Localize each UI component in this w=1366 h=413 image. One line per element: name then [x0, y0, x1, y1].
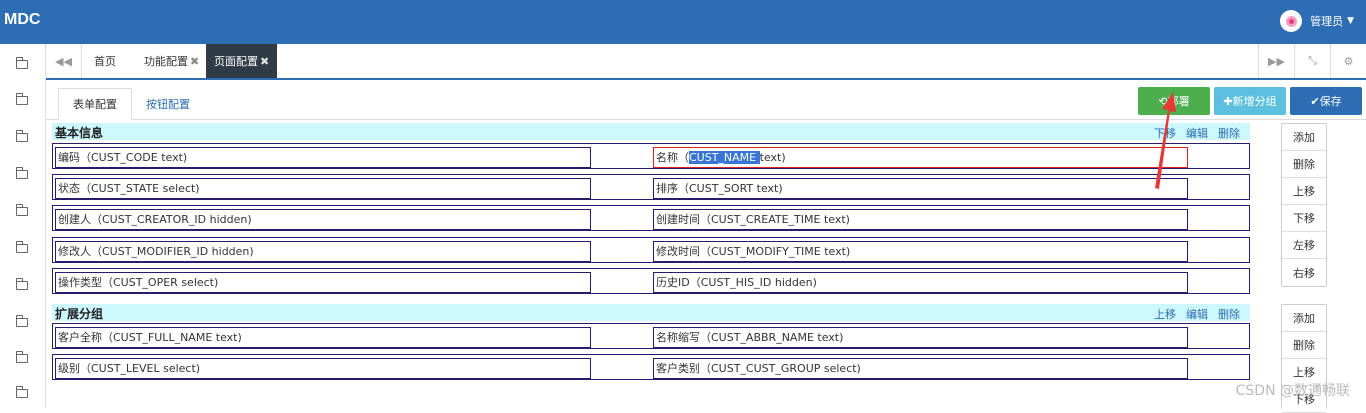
scroll-right-icon[interactable]: ▶▶ [1258, 44, 1294, 78]
deploy-label: 部署 [1167, 95, 1190, 108]
section-title: 基本信息 [55, 126, 104, 140]
folder-icon[interactable] [15, 386, 28, 398]
caret-down-icon: ▼ [1347, 16, 1354, 26]
form-field[interactable]: 名称缩写（CUST_ABBR_NAME text) [653, 327, 1188, 348]
delete-link[interactable]: 删除 [1218, 125, 1240, 141]
form-field[interactable]: 编码（CUST_CODE text) [55, 147, 591, 168]
form-field[interactable]: 创建人（CUST_CREATOR_ID hidden) [55, 209, 591, 230]
add-button[interactable]: 添加 [1282, 124, 1326, 151]
subtab-divider [46, 119, 1366, 120]
form-row: 状态（CUST_STATE select) 排序（CUST_SORT text) [52, 174, 1250, 200]
form-row: 创建人（CUST_CREATOR_ID hidden) 创建时间（CUST_CR… [52, 205, 1250, 231]
section-header-extended-group: 扩展分组 上移 编辑 删除 [52, 304, 1250, 321]
field-prefix: 名称（ [656, 151, 689, 164]
form-field[interactable]: 创建时间（CUST_CREATE_TIME text) [653, 209, 1188, 230]
plus-icon: ✚ [1223, 94, 1233, 108]
tab-function-config[interactable]: 功能配置 ✖ [136, 44, 207, 78]
folder-icon[interactable] [15, 57, 28, 69]
add-group-button[interactable]: ✚ 新增分组 [1214, 87, 1286, 115]
delete-link[interactable]: 删除 [1218, 306, 1240, 322]
form-field[interactable]: 修改人（CUST_MODIFIER_ID hidden) [55, 241, 591, 262]
sub-tabs: 表单配置 按钮配置 [58, 88, 204, 120]
delete-button[interactable]: 删除 [1282, 151, 1326, 178]
section-header-basic-info: 基本信息 下移 编辑 删除 [52, 123, 1250, 140]
field-highlight: CUST_NAME [689, 151, 760, 164]
watermark: CSDN @数通畅联 [1235, 383, 1350, 399]
user-location-icon [1280, 10, 1303, 32]
deploy-icon: ⟲ [1158, 94, 1168, 108]
fullscreen-icon[interactable]: ⤡ [1294, 44, 1330, 78]
section-side-buttons: 添加 删除 上移 下移 左移 右移 [1281, 123, 1327, 287]
edit-link[interactable]: 编辑 [1186, 306, 1208, 322]
folder-icon[interactable] [15, 130, 28, 142]
gear-icon[interactable]: ⚙ [1330, 44, 1366, 78]
move-down-button[interactable]: 下移 [1282, 205, 1326, 232]
user-menu[interactable]: 管理员 ▼ [1280, 10, 1354, 32]
deploy-button[interactable]: ⟲ 部署 [1138, 87, 1210, 115]
delete-button[interactable]: 删除 [1282, 332, 1326, 359]
form-row: 编码（CUST_CODE text) 名称（CUST_NAME text) [52, 143, 1250, 169]
check-icon: ✔ [1310, 94, 1320, 108]
folder-icon[interactable] [15, 167, 28, 179]
close-icon[interactable]: ✖ [260, 55, 269, 68]
form-field[interactable]: 状态（CUST_STATE select) [55, 178, 591, 199]
top-bar: MDC 管理员 ▼ [0, 0, 1366, 44]
form-field[interactable]: 历史ID（CUST_HIS_ID hidden) [653, 272, 1188, 293]
folder-icon[interactable] [15, 93, 28, 105]
form-row: 操作类型（CUST_OPER select) 历史ID（CUST_HIS_ID … [52, 268, 1250, 294]
scroll-left-icon[interactable]: ◀◀ [46, 44, 82, 78]
tab-page-config[interactable]: 页面配置 ✖ [206, 44, 278, 78]
move-right-button[interactable]: 右移 [1282, 259, 1326, 286]
folder-icon[interactable] [15, 278, 28, 290]
field-suffix: text) [759, 151, 786, 164]
tab-label: 首页 [94, 55, 116, 68]
move-up-button[interactable]: 上移 [1282, 178, 1326, 205]
tab-button-config[interactable]: 按钮配置 [132, 88, 204, 120]
folder-icon[interactable] [15, 315, 28, 327]
add-group-label: 新增分组 [1232, 95, 1277, 108]
form-field[interactable]: 排序（CUST_SORT text) [653, 178, 1188, 199]
form-field[interactable]: 操作类型（CUST_OPER select) [55, 272, 591, 293]
form-field-selected[interactable]: 名称（CUST_NAME text) [653, 147, 1188, 168]
form-field[interactable]: 客户类别（CUST_CUST_GROUP select) [653, 358, 1188, 379]
move-down-link[interactable]: 下移 [1154, 125, 1176, 141]
folder-icon[interactable] [15, 351, 28, 363]
move-up-link[interactable]: 上移 [1154, 306, 1176, 322]
tab-home[interactable]: 首页 [86, 44, 124, 78]
move-left-button[interactable]: 左移 [1282, 232, 1326, 259]
close-icon[interactable]: ✖ [190, 55, 199, 68]
tab-form-config[interactable]: 表单配置 [58, 88, 132, 120]
app-logo: MDC [4, 11, 41, 28]
tab-label: 功能配置 [144, 55, 188, 68]
sidebar [0, 44, 46, 408]
form-row: 客户全称（CUST_FULL_NAME text) 名称缩写（CUST_ABBR… [52, 323, 1250, 349]
edit-link[interactable]: 编辑 [1186, 125, 1208, 141]
folder-icon[interactable] [15, 204, 28, 216]
form-row: 修改人（CUST_MODIFIER_ID hidden) 修改时间（CUST_M… [52, 237, 1250, 263]
save-button[interactable]: ✔ 保存 [1290, 87, 1362, 115]
save-label: 保存 [1319, 95, 1342, 108]
form-field[interactable]: 客户全称（CUST_FULL_NAME text) [55, 327, 591, 348]
section-title: 扩展分组 [55, 307, 104, 321]
user-name: 管理员 [1310, 15, 1344, 28]
tab-bar: ◀◀ 首页 功能配置 ✖ 页面配置 ✖ ▶▶ ⤡ ⚙ [46, 44, 1366, 80]
form-field[interactable]: 修改时间（CUST_MODIFY_TIME text) [653, 241, 1188, 262]
tab-label: 页面配置 [214, 55, 258, 68]
form-row: 级别（CUST_LEVEL select) 客户类别（CUST_CUST_GRO… [52, 354, 1250, 380]
form-field[interactable]: 级别（CUST_LEVEL select) [55, 358, 591, 379]
folder-icon[interactable] [15, 241, 28, 253]
add-button[interactable]: 添加 [1282, 305, 1326, 332]
